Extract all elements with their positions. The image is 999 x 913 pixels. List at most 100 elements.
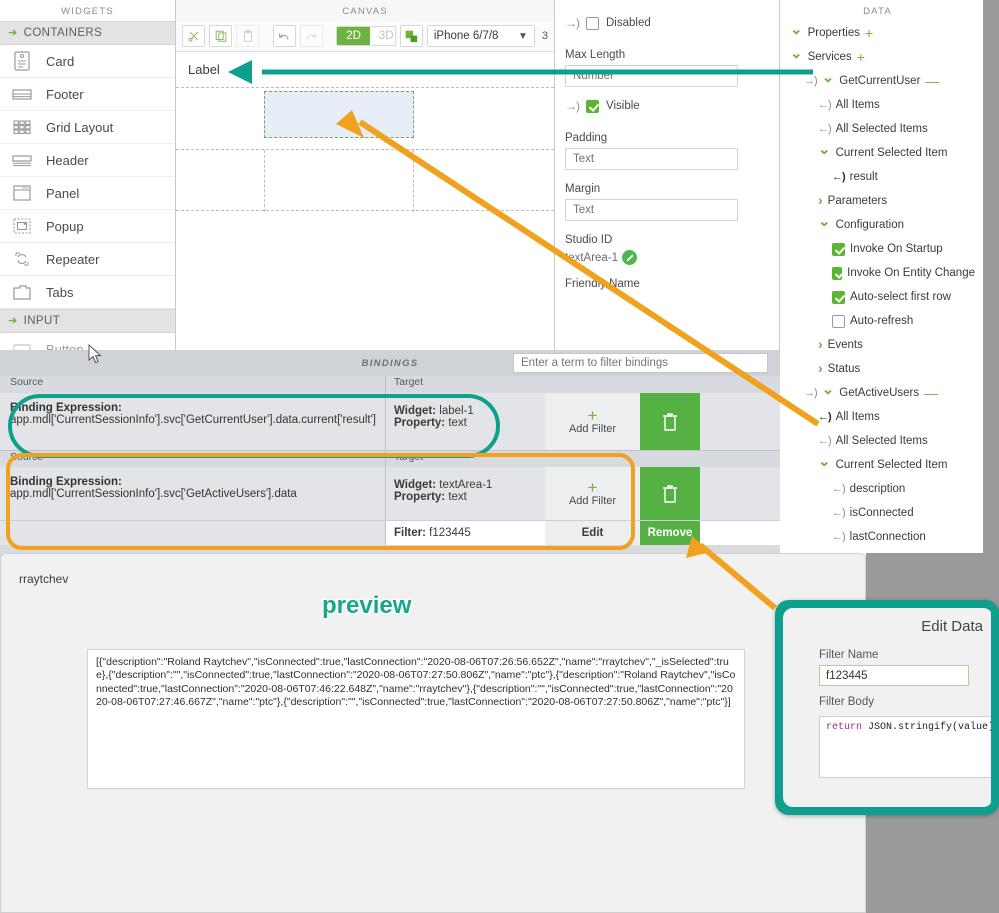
chevron-down-icon: ➜ <box>8 316 18 327</box>
chevron-down-icon[interactable]: ⌄ <box>790 22 803 37</box>
data-tree-node[interactable]: →)⌄GetCurrentUser— <box>780 69 975 93</box>
trash-icon <box>659 482 681 506</box>
canvas-selected-widget[interactable] <box>264 91 414 138</box>
margin-input[interactable] <box>565 199 738 221</box>
cut-button[interactable] <box>182 25 205 47</box>
remove-icon[interactable]: — <box>925 74 939 88</box>
data-tree-node[interactable]: ←)result <box>780 165 975 189</box>
binding-in-arrow-icon: ←) <box>818 99 831 111</box>
chevron-down-icon[interactable]: ⌄ <box>818 214 831 229</box>
chevron-right-icon[interactable]: › <box>818 193 823 207</box>
device-select[interactable]: iPhone 6/7/8 ▼ <box>427 25 535 47</box>
data-tree-node[interactable]: Auto-select first row <box>780 285 975 309</box>
data-tree-node[interactable]: ›Parameters <box>780 189 975 213</box>
undo-button[interactable] <box>273 25 296 47</box>
properties-panel: →) Disabled Max Length →) Visible Paddin… <box>555 0 780 350</box>
canvas-mode-toggle[interactable]: 2D 3D <box>336 26 396 46</box>
data-tree-node[interactable]: ⌄Properties+ <box>780 21 975 45</box>
add-icon[interactable]: + <box>865 26 873 40</box>
widget-item-footer[interactable]: Footer <box>0 78 175 111</box>
data-tree-node-label: Services <box>808 51 852 63</box>
bindings-row-1-delete-button[interactable] <box>640 393 700 450</box>
filter-body-editor[interactable]: return JSON.stringify(value); <box>819 716 995 778</box>
canvas-label-widget[interactable]: Label <box>176 52 554 87</box>
widget-item-header[interactable]: Header <box>0 144 175 177</box>
canvas-row-1 <box>176 87 554 149</box>
data-tree-node[interactable]: ⌄Current Selected Item <box>780 453 975 477</box>
preview-textarea[interactable]: [{"description":"Roland Raytchev","isCon… <box>87 649 745 789</box>
canvas-toolbar: 2D 3D iPhone 6/7/8 ▼ 3 <box>176 21 554 52</box>
max-length-input[interactable] <box>565 65 738 87</box>
data-tree-node[interactable]: ←)All Items <box>780 405 975 429</box>
data-tree-node[interactable]: ⌄ Services + <box>780 45 975 69</box>
data-tree-checkbox[interactable] <box>832 291 845 304</box>
property-max-length: Max Length <box>555 36 779 87</box>
filter-body-rest: JSON.stringify(value); <box>862 722 999 733</box>
filter-body-label: Filter Body <box>783 686 991 712</box>
canvas-widget-placeholder[interactable] <box>264 150 414 212</box>
chevron-down-icon[interactable]: ⌄ <box>818 454 831 469</box>
widgets-section-input[interactable]: ➜ INPUT <box>0 309 175 333</box>
chevron-right-icon[interactable]: › <box>818 337 823 351</box>
bindings-row-2-add-filter[interactable]: + Add Filter <box>545 467 640 520</box>
widget-item-label: Button <box>46 342 84 351</box>
canvas-stage[interactable]: Label <box>176 52 554 350</box>
padding-input[interactable] <box>565 148 738 170</box>
widget-item-repeater[interactable]: Repeater <box>0 243 175 276</box>
data-tree-node[interactable]: ←)description <box>780 477 975 501</box>
data-tree-checkbox[interactable] <box>832 243 845 256</box>
widget-item-popup[interactable]: Popup <box>0 210 175 243</box>
chevron-right-icon[interactable]: › <box>818 361 823 375</box>
chevron-down-icon[interactable]: ⌄ <box>818 142 831 157</box>
data-tree-node[interactable]: ›Status <box>780 357 975 381</box>
data-tree-node[interactable]: Auto-refresh <box>780 309 975 333</box>
data-tree-node[interactable]: Invoke On Entity Change <box>780 261 975 285</box>
data-tree-node[interactable]: ←)All Selected Items <box>780 117 975 141</box>
disabled-checkbox[interactable] <box>586 17 599 30</box>
add-icon[interactable]: + <box>857 50 865 64</box>
property-disabled[interactable]: →) Disabled <box>555 10 779 36</box>
data-tree-node[interactable]: ›Events <box>780 333 975 357</box>
data-tree-node-label: All Selected Items <box>836 123 928 135</box>
copy-button[interactable] <box>209 25 232 47</box>
data-tree-node-label: All Selected Items <box>836 435 928 447</box>
bindings-row-1-add-filter[interactable]: + Add Filter <box>545 393 640 450</box>
property-visible[interactable]: →) Visible <box>555 93 779 119</box>
filter-edit-button[interactable]: Edit <box>545 521 640 545</box>
bindings-filter-input[interactable] <box>513 353 768 373</box>
widget-item-tabs[interactable]: Tabs <box>0 276 175 309</box>
data-panel-scrollbar[interactable] <box>975 0 983 558</box>
paste-button[interactable] <box>236 25 259 47</box>
chevron-down-icon[interactable]: ⌄ <box>822 70 835 85</box>
chevron-down-icon[interactable]: ⌄ <box>790 46 803 61</box>
chevron-down-icon[interactable]: ⌄ <box>822 382 835 397</box>
data-tree-node[interactable]: ⌄Configuration <box>780 213 975 237</box>
visible-checkbox[interactable] <box>586 100 599 113</box>
data-tree-node[interactable]: Invoke On Startup <box>780 237 975 261</box>
bindings-row-1[interactable]: Binding Expression: app.mdl['CurrentSess… <box>0 393 780 450</box>
widget-item-grid-layout[interactable]: Grid Layout <box>0 111 175 144</box>
canvas-mode-2d[interactable]: 2D <box>337 27 370 45</box>
bindings-row-2[interactable]: Binding Expression: app.mdl['CurrentSess… <box>0 467 780 520</box>
remove-icon[interactable]: — <box>924 386 938 400</box>
filter-name-input[interactable]: f123445 <box>819 665 969 686</box>
widget-item-card[interactable]: Card <box>0 45 175 78</box>
bindings-row-2-filter-line: Filter: f123445 Edit Remove <box>0 520 780 545</box>
bindings-row-2-delete-button[interactable] <box>640 467 700 520</box>
data-tree-node-label: result <box>850 171 878 183</box>
widget-item-panel[interactable]: Panel <box>0 177 175 210</box>
data-tree-node[interactable]: ⌄Current Selected Item <box>780 141 975 165</box>
layers-button[interactable] <box>400 25 423 47</box>
preview-annotation-text: preview <box>322 592 411 620</box>
data-tree-node[interactable]: ←)All Selected Items <box>780 429 975 453</box>
widgets-section-containers[interactable]: ➜ CONTAINERS <box>0 21 175 45</box>
redo-button[interactable] <box>300 25 323 47</box>
data-tree-node[interactable]: ←)isConnected <box>780 501 975 525</box>
data-tree-node[interactable]: ←)All Items <box>780 93 975 117</box>
data-tree-checkbox[interactable] <box>832 267 842 280</box>
filter-remove-button[interactable]: Remove <box>640 521 700 545</box>
data-tree-node[interactable]: ←)lastConnection <box>780 525 975 549</box>
data-tree-node[interactable]: →)⌄GetActiveUsers— <box>780 381 975 405</box>
data-tree-checkbox[interactable] <box>832 315 845 328</box>
canvas-mode-3d[interactable]: 3D <box>370 27 396 45</box>
